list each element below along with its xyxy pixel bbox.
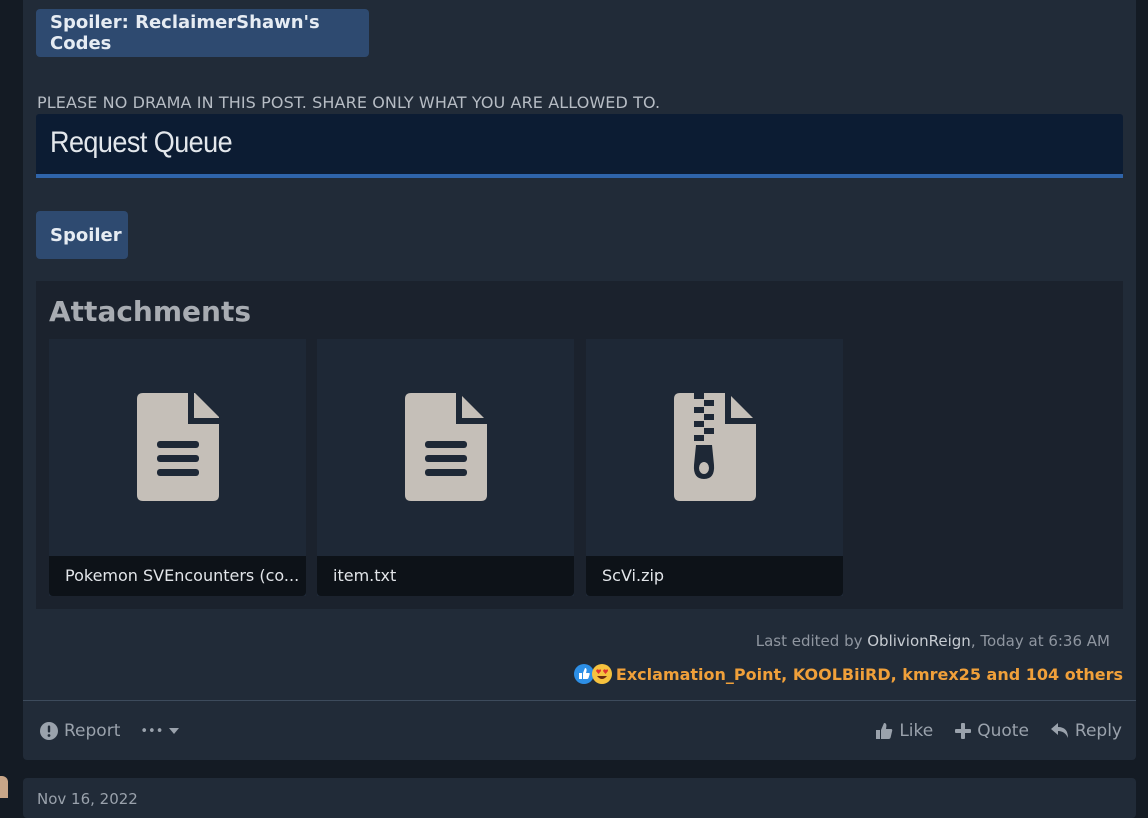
spoiler-codes-button[interactable]: Spoiler: ReclaimerShawn's Codes <box>36 9 369 57</box>
attachments-section: Attachments Pokemon SVEncounters (co... <box>36 281 1123 609</box>
reply-button[interactable]: Reply <box>1050 721 1122 741</box>
love-reaction-icon <box>591 664 612 684</box>
reply-arrow-icon <box>1050 723 1068 738</box>
post-footer-right: Like Quote Reply <box>875 721 1122 741</box>
next-post-date[interactable]: Nov 16, 2022 <box>37 790 138 808</box>
request-queue-heading: Request Queue <box>36 114 1123 178</box>
attachment-item[interactable]: Pokemon SVEncounters (co... <box>49 339 306 596</box>
spoiler-button[interactable]: Spoiler <box>36 211 128 259</box>
edited-prefix: Last edited by <box>755 632 868 650</box>
report-label: Report <box>64 721 121 741</box>
alert-icon <box>40 722 58 740</box>
zip-file-icon <box>586 339 843 555</box>
attachment-name[interactable]: Pokemon SVEncounters (co... <box>49 556 306 596</box>
more-options-button[interactable]: ••• <box>140 723 180 739</box>
thumbs-up-icon <box>876 723 893 739</box>
edited-time: , Today at 6:36 AM <box>970 632 1110 650</box>
plus-icon <box>955 723 972 739</box>
quote-label: Quote <box>977 721 1029 741</box>
reaction-users[interactable]: Exclamation_Point, KOOLBiiRD, kmrex25 an… <box>616 665 1123 684</box>
chevron-down-icon <box>169 728 180 734</box>
attachment-item[interactable]: ScVi.zip <box>586 339 843 596</box>
attachment-name[interactable]: item.txt <box>317 556 574 596</box>
post-footer-left: Report ••• <box>40 721 180 741</box>
more-icon: ••• <box>140 723 164 739</box>
document-icon <box>49 339 306 555</box>
document-icon <box>317 339 574 555</box>
attachment-name[interactable]: ScVi.zip <box>586 556 843 596</box>
avatar-edge <box>0 776 8 798</box>
attachment-item[interactable]: item.txt <box>317 339 574 596</box>
reactions-bar[interactable]: Exclamation_Point, KOOLBiiRD, kmrex25 an… <box>573 664 1123 684</box>
forum-post: Spoiler: ReclaimerShawn's Codes PLEASE N… <box>23 0 1136 760</box>
next-post: Nov 16, 2022 <box>23 778 1136 818</box>
quote-button[interactable]: Quote <box>955 721 1029 741</box>
report-button[interactable]: Report <box>40 721 120 741</box>
post-notice: PLEASE NO DRAMA IN THIS POST. SHARE ONLY… <box>37 93 661 112</box>
request-queue-title: Request Queue <box>50 126 233 159</box>
editor-username[interactable]: OblivionReign <box>867 632 971 650</box>
like-button[interactable]: Like <box>875 721 933 741</box>
like-label: Like <box>899 721 934 741</box>
last-edited-info: Last edited by OblivionReign, Today at 6… <box>756 632 1110 650</box>
like-reaction-icon <box>573 664 594 684</box>
reply-label: Reply <box>1074 721 1122 741</box>
attachments-title: Attachments <box>49 295 252 328</box>
footer-divider <box>23 700 1136 701</box>
